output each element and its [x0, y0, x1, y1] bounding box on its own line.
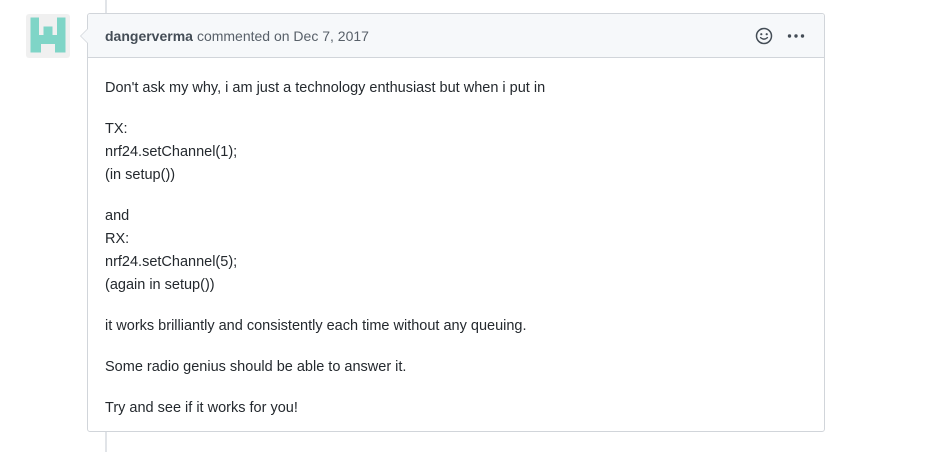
text-line: nrf24.setChannel(5); — [105, 254, 238, 270]
text-line: RX: — [105, 231, 130, 247]
text-line: (again in setup()) — [105, 277, 215, 293]
comment-paragraph: Some radio genius should be able to answ… — [105, 359, 407, 375]
kebab-horizontal-icon[interactable] — [786, 26, 806, 46]
comment-timestamp[interactable]: commented on Dec 7, 2017 — [197, 28, 369, 44]
comment-paragraph-tx: TX: nrf24.setChannel(1); (in setup()) — [105, 118, 807, 187]
smiley-icon[interactable] — [754, 26, 774, 46]
text-line: TX: — [105, 121, 128, 137]
author-link[interactable]: dangerverma — [105, 28, 193, 44]
comment-paragraph: Try and see if it works for you! — [105, 400, 298, 416]
comment-paragraph-rx: and RX: nrf24.setChannel(5); (again in s… — [105, 205, 807, 297]
comment-paragraph: Don't ask my why, i am just a technology… — [105, 80, 546, 96]
comment-box: dangerverma commented on Dec 7, 2017 Don… — [80, 13, 825, 432]
text-line: nrf24.setChannel(1); — [105, 144, 238, 160]
text-line: (in setup()) — [105, 167, 176, 183]
avatar[interactable] — [26, 14, 70, 58]
comment-actions — [754, 26, 806, 46]
text-line: and — [105, 208, 130, 224]
comment-paragraph: it works brilliantly and consistently ea… — [105, 318, 527, 334]
comment-header: dangerverma commented on Dec 7, 2017 — [88, 14, 824, 58]
comment-body: Don't ask my why, i am just a technology… — [88, 58, 824, 420]
